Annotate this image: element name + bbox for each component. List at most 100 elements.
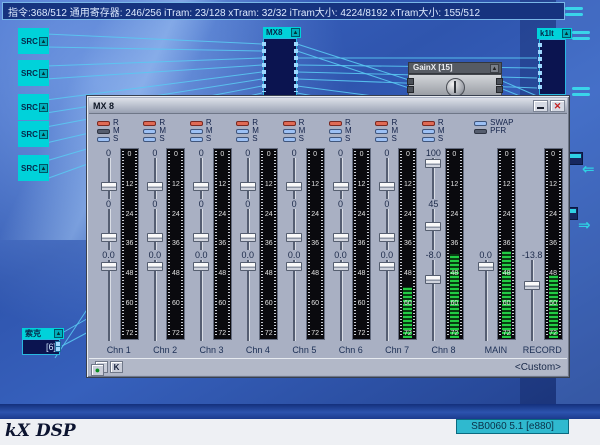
toggle-s[interactable]: S	[97, 135, 140, 143]
k1lt-block[interactable]	[539, 39, 566, 95]
fader-thumb[interactable]	[333, 262, 349, 271]
fader-thumb[interactable]	[425, 275, 441, 284]
send1-slider[interactable]	[239, 158, 257, 199]
arrow-left-icon[interactable]: ⇐	[582, 162, 595, 177]
slider-thumb[interactable]	[101, 233, 117, 242]
send1-slider[interactable]	[100, 158, 118, 199]
minimized-module-icon[interactable]	[572, 87, 590, 90]
fader-slider[interactable]	[100, 260, 118, 341]
fader-thumb[interactable]	[240, 262, 256, 271]
fader-thumb[interactable]	[147, 262, 163, 271]
slider-thumb[interactable]	[240, 182, 256, 191]
output-pins[interactable]	[294, 42, 298, 92]
src-block-1-title[interactable]: SRC▲	[18, 28, 49, 54]
toggle-m[interactable]: M	[236, 127, 279, 135]
input-pin-l[interactable]	[407, 78, 414, 85]
toggle-s[interactable]: S	[283, 135, 326, 143]
slider-thumb[interactable]	[147, 233, 163, 242]
send1-slider[interactable]	[332, 158, 350, 199]
toggle-s[interactable]: S	[375, 135, 418, 143]
toggle-m[interactable]: M	[143, 127, 186, 135]
slider-thumb[interactable]	[333, 233, 349, 242]
toggle-s[interactable]: S	[236, 135, 279, 143]
output-pin-r[interactable]	[496, 86, 503, 93]
fader-slider[interactable]	[285, 260, 303, 341]
slider-thumb[interactable]	[101, 182, 117, 191]
slider-thumb[interactable]	[425, 222, 441, 231]
output-pin-l[interactable]	[496, 78, 503, 85]
collapse-arrow-icon[interactable]: ▲	[39, 103, 48, 112]
slider-thumb[interactable]	[193, 182, 209, 191]
slider-thumb[interactable]	[379, 233, 395, 242]
output-pin[interactable]	[55, 346, 61, 352]
fader-slider[interactable]	[424, 260, 442, 341]
input-pins[interactable]	[262, 42, 266, 92]
slider-thumb[interactable]	[193, 233, 209, 242]
close-button[interactable]: ✕	[550, 100, 565, 112]
fader-thumb[interactable]	[193, 262, 209, 271]
src-block-4-title[interactable]: SRC▲	[18, 121, 49, 147]
collapse-arrow-icon[interactable]: ▲	[39, 130, 48, 139]
slider-thumb[interactable]	[333, 182, 349, 191]
toggle-m[interactable]: M	[283, 127, 326, 135]
fader-slider[interactable]	[477, 260, 495, 341]
send1-slider[interactable]	[378, 158, 396, 199]
fader-thumb[interactable]	[286, 262, 302, 271]
toggle-s[interactable]: S	[190, 135, 233, 143]
fader-slider[interactable]	[332, 260, 350, 341]
send2-slider[interactable]	[239, 209, 257, 250]
src-block-5-title[interactable]: SRC▲	[18, 155, 49, 181]
send1-slider[interactable]	[285, 158, 303, 199]
mx8-block[interactable]	[263, 38, 297, 96]
monitor-button[interactable]: ●	[91, 364, 104, 376]
minimize-button[interactable]	[533, 100, 548, 112]
input-pin-r[interactable]	[407, 86, 414, 93]
arrow-right-icon[interactable]: ⇒	[578, 218, 591, 233]
toggle-m[interactable]: M	[422, 127, 465, 135]
k1lt-block-title[interactable]: k1lt▲	[537, 28, 572, 39]
collapse-arrow-icon[interactable]: ▲	[291, 28, 300, 37]
preset-selector[interactable]: <Custom>	[515, 362, 561, 373]
collapse-arrow-icon[interactable]: ▲	[490, 64, 499, 73]
input-connector-icon[interactable]	[568, 152, 583, 165]
fader-slider[interactable]	[523, 260, 541, 341]
gain-knob[interactable]	[446, 78, 465, 97]
slider-thumb[interactable]	[425, 159, 441, 168]
window-titlebar[interactable]: MX 8 ✕	[89, 98, 567, 114]
send2-slider[interactable]	[424, 209, 442, 250]
slider-thumb[interactable]	[240, 233, 256, 242]
send1-slider[interactable]	[192, 158, 210, 199]
src-block-3-title[interactable]: SRC▲	[18, 94, 49, 120]
fader-thumb[interactable]	[101, 262, 117, 271]
src-block-2-title[interactable]: SRC▲	[18, 60, 49, 86]
slider-thumb[interactable]	[147, 182, 163, 191]
collapse-arrow-icon[interactable]: ▲	[39, 164, 48, 173]
k-button[interactable]: K	[110, 361, 123, 373]
fader-thumb[interactable]	[478, 262, 494, 271]
fader-slider[interactable]	[378, 260, 396, 341]
toggle-s[interactable]: S	[422, 135, 465, 143]
fader-thumb[interactable]	[379, 262, 395, 271]
fader-slider[interactable]	[192, 260, 210, 341]
slider-thumb[interactable]	[379, 182, 395, 191]
toggle-s[interactable]: S	[143, 135, 186, 143]
sink-block-title[interactable]: 索克▲	[22, 328, 64, 339]
toggle-pfr[interactable]: PFR	[474, 127, 517, 135]
minimized-module-icon[interactable]	[572, 31, 590, 34]
collapse-arrow-icon[interactable]: ▲	[562, 29, 571, 38]
send2-slider[interactable]	[285, 209, 303, 250]
toggle-m[interactable]: M	[97, 127, 140, 135]
send2-slider[interactable]	[100, 209, 118, 250]
gainx-block[interactable]	[408, 74, 502, 97]
mx8-block-title[interactable]: MX8▲	[263, 27, 301, 38]
fader-slider[interactable]	[239, 260, 257, 341]
send2-slider[interactable]	[332, 209, 350, 250]
send1-slider[interactable]	[424, 158, 442, 199]
send1-slider[interactable]	[146, 158, 164, 199]
slider-thumb[interactable]	[286, 182, 302, 191]
toggle-m[interactable]: M	[375, 127, 418, 135]
collapse-arrow-icon[interactable]: ▲	[39, 37, 48, 46]
collapse-arrow-icon[interactable]: ▲	[54, 329, 63, 338]
toggle-s[interactable]: S	[329, 135, 372, 143]
gainx-block-title[interactable]: GainX [15]▲	[408, 62, 502, 74]
